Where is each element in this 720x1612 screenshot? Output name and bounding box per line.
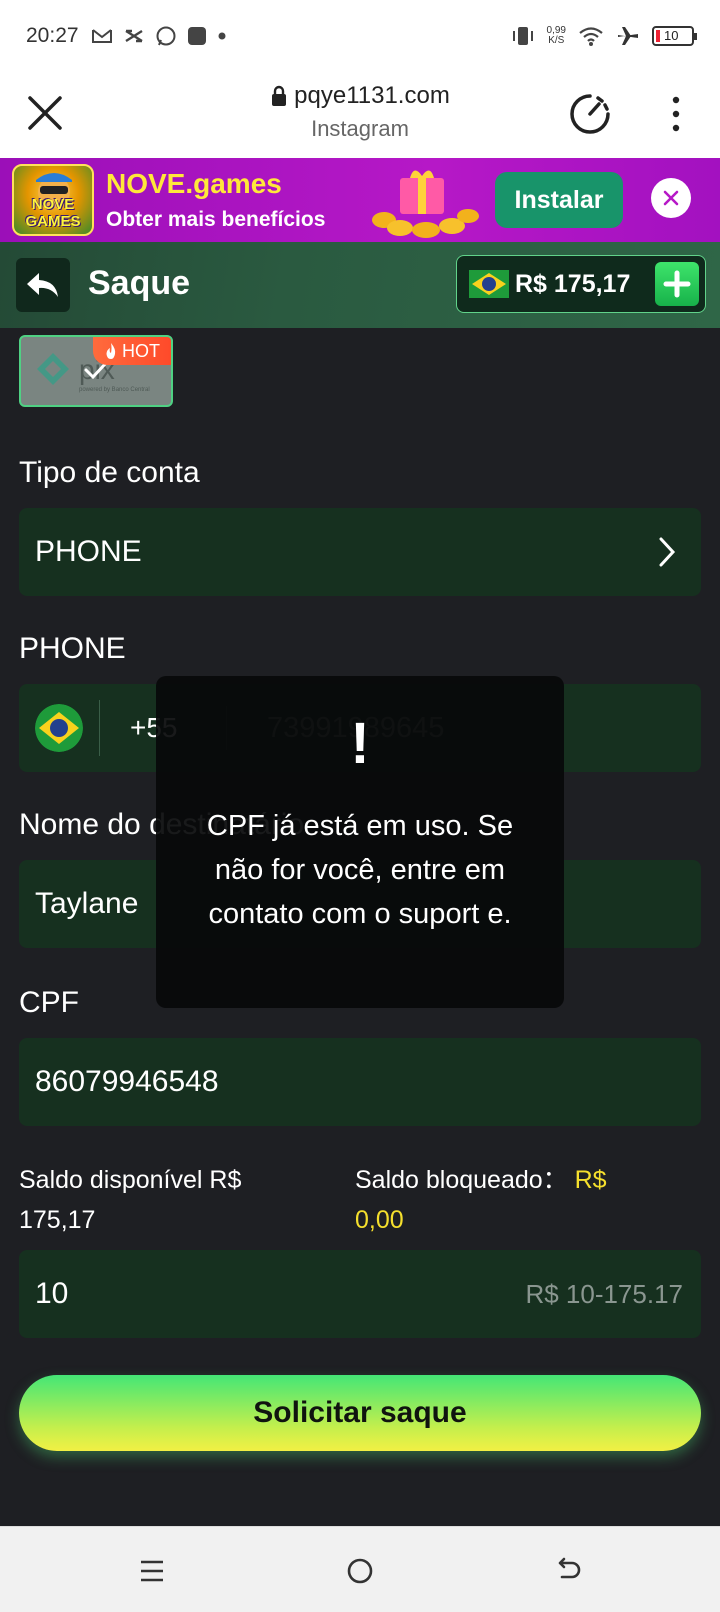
svg-text:powered by Banco Central: powered by Banco Central <box>79 387 150 393</box>
status-time: 20:27 <box>26 24 79 47</box>
amount-value: 10 <box>35 1277 69 1310</box>
recipient-name-value: Taylane <box>35 887 139 920</box>
brazil-flag-icon <box>469 270 509 298</box>
gift-coins-icon <box>372 170 479 238</box>
more-vertical-icon[interactable] <box>664 94 688 134</box>
app-header: Saque R$ 175,17 <box>0 242 720 328</box>
blocked-balance-value: 0,00 <box>355 1206 404 1234</box>
account-type-label: Tipo de conta <box>19 456 200 489</box>
net-speed: 0,99 K/S <box>547 26 566 46</box>
home-button[interactable] <box>340 1551 380 1591</box>
wifi-icon <box>579 27 603 46</box>
notification-icons <box>91 25 227 47</box>
net-speed-unit: K/S <box>548 35 565 46</box>
account-type-select[interactable]: PHONE <box>19 508 701 596</box>
divider <box>99 700 100 756</box>
capcut-icon <box>124 29 143 43</box>
gmail-icon <box>91 29 112 43</box>
back-button[interactable] <box>16 258 70 312</box>
status-right: 0,99 K/S 10 <box>511 24 697 48</box>
home-circle-icon <box>347 1558 373 1584</box>
menu-icon <box>141 1560 163 1582</box>
install-button[interactable]: Instalar <box>495 172 623 228</box>
recents-button[interactable] <box>132 1551 172 1591</box>
ad-subtitle: Obter mais benefícios <box>106 208 326 231</box>
app-square-icon <box>187 27 206 45</box>
brazil-flag-icon[interactable] <box>35 704 83 752</box>
lock-icon <box>272 85 287 106</box>
hot-badge: HOT <box>93 337 171 365</box>
available-balance-label: Saldo disponível R$ <box>19 1166 242 1194</box>
blocked-balance-currency: R$ <box>574 1166 607 1194</box>
account-type-value: PHONE <box>35 535 142 568</box>
nove-games-logo: NOVE GAMES <box>12 164 94 236</box>
speedometer-icon[interactable] <box>568 92 612 136</box>
system-nav-bar <box>0 1526 720 1612</box>
plus-icon <box>663 270 691 298</box>
ad-close-button[interactable] <box>651 178 691 218</box>
chevron-right-icon <box>659 537 676 567</box>
ad-banner[interactable]: NOVE GAMES NOVE.games Obter mais benefíc… <box>0 158 720 242</box>
hot-label: HOT <box>122 340 160 361</box>
battery-indicator: 10 <box>652 26 697 46</box>
airplane-icon <box>618 27 638 45</box>
url-area[interactable]: pqye1131.com Instagram <box>0 82 720 142</box>
deposit-button[interactable] <box>655 262 699 306</box>
close-icon <box>663 190 679 206</box>
url-line: pqye1131.com <box>270 82 450 110</box>
available-balance: Saldo disponível R$ 175,17 <box>19 1160 319 1240</box>
back-arrow-icon <box>27 273 58 297</box>
status-bar: 20:27 0,99 K/S 10 <box>0 0 720 72</box>
available-balance-value: 175,17 <box>19 1206 96 1234</box>
balance-pill[interactable]: R$ 175,17 <box>456 255 706 313</box>
pix-method-card[interactable]: pix powered by Banco Central HOT <box>19 335 173 407</box>
flame-icon <box>106 343 116 359</box>
browser-toolbar: pqye1131.com Instagram <box>0 72 720 158</box>
vibrate-icon <box>512 27 533 45</box>
amount-input[interactable]: 10 R$ 10-175.17 <box>19 1250 701 1338</box>
page-title: Saque <box>88 264 191 302</box>
back-nav-button[interactable] <box>548 1551 588 1591</box>
warning-icon: ! <box>350 711 370 776</box>
request-withdrawal-button[interactable]: Solicitar saque <box>19 1375 701 1451</box>
error-toast: ! CPF já está em uso. Se não for você, e… <box>156 676 564 1008</box>
ad-logo-text: NOVE GAMES <box>25 196 81 230</box>
more-dot-icon <box>218 32 226 40</box>
cpf-label: CPF <box>19 986 79 1019</box>
cpf-input[interactable]: 86079946548 <box>19 1038 701 1126</box>
phone-label: PHONE <box>19 632 126 665</box>
ad-title: NOVE.games <box>106 168 282 199</box>
blocked-balance-label: Saldo bloqueado： <box>355 1166 568 1194</box>
url-text: pqye1131.com <box>294 82 450 109</box>
cpf-value: 86079946548 <box>35 1065 219 1098</box>
whatsapp-icon <box>156 26 176 46</box>
blocked-balance: Saldo bloqueado： R$ 0,00 <box>355 1160 701 1240</box>
back-icon <box>558 1557 581 1579</box>
toast-message: CPF já está em uso. Se não for você, ent… <box>206 810 514 930</box>
amount-range-hint: R$ 10-175.17 <box>525 1278 683 1309</box>
balance-amount: R$ 175,17 <box>515 269 631 298</box>
browser-subtitle: Instagram <box>311 116 409 141</box>
